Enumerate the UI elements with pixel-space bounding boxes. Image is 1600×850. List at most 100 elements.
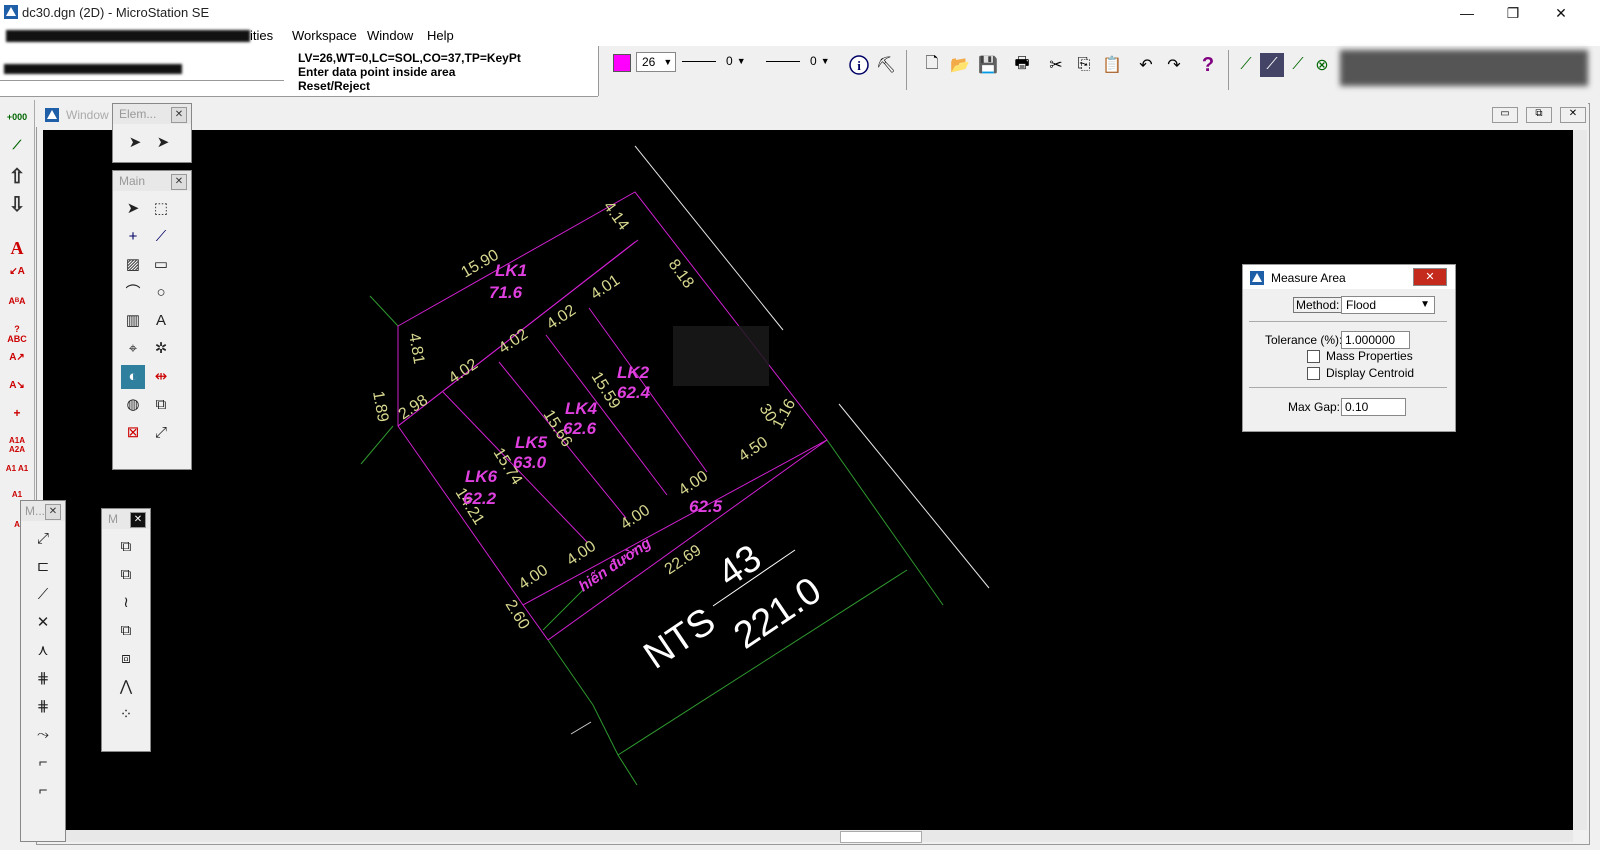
tolerance-input[interactable]: 1.000000 <box>1341 331 1410 349</box>
close-icon[interactable]: ✕ <box>130 512 146 528</box>
save-icon[interactable]: 💾 <box>976 53 1000 77</box>
copy-increment-icon[interactable]: A1A A2A <box>5 436 29 458</box>
paste-icon[interactable]: 📋 <box>1100 53 1124 77</box>
minimize-button[interactable]: — <box>1444 0 1490 26</box>
weight-combo[interactable]: 0 ▼ <box>766 52 840 70</box>
increment-icon[interactable]: + <box>5 406 29 428</box>
menu-window[interactable]: Window <box>367 28 413 43</box>
align-icon[interactable]: ⧈ <box>114 647 138 671</box>
close-button[interactable]: ✕ <box>1538 0 1584 26</box>
hatch-icon[interactable]: ▨ <box>121 253 145 277</box>
undo-icon[interactable]: ↶ <box>1134 53 1158 77</box>
text-node-icon[interactable]: ↙A <box>5 266 29 288</box>
snap-icon[interactable]: ⌖ <box>121 337 145 361</box>
chevron-down-icon: ▼ <box>1420 299 1430 310</box>
close-icon[interactable]: ✕ <box>171 174 187 190</box>
horizontal-scroll-thumb[interactable] <box>840 831 922 843</box>
help-icon[interactable]: ? <box>1196 53 1220 77</box>
dimension-icon[interactable]: ⇹ <box>149 365 173 389</box>
view-close-button[interactable]: ✕ <box>1560 107 1586 123</box>
text-place-icon[interactable]: A <box>149 309 173 333</box>
command-area: LV=26,WT=0,LC=SOL,CO=37,TP=KeyPt Enter d… <box>0 46 598 97</box>
snap-line-icon[interactable]: ⟋ <box>1234 53 1258 77</box>
text-attr-icon[interactable]: A↗ <box>5 352 29 374</box>
vertical-scrollbar[interactable] <box>1573 130 1587 830</box>
measure-area-icon[interactable]: ◐ <box>121 365 145 389</box>
mirror-icon[interactable]: ⋀ <box>114 675 138 699</box>
select-arrow-icon[interactable]: ➤ <box>123 130 147 154</box>
measure-area-close-button[interactable]: ✕ <box>1413 268 1447 286</box>
circle-icon[interactable]: ○ <box>149 281 173 305</box>
display-centroid-checkbox[interactable] <box>1307 367 1320 381</box>
construct-array-icon[interactable]: ⁘ <box>114 703 138 727</box>
copy-element-icon[interactable]: ⧉ <box>149 393 173 417</box>
arrow-down-icon[interactable]: ⇩ <box>5 192 29 216</box>
snap-active-icon[interactable]: ⟋ <box>1260 53 1284 77</box>
close-icon[interactable]: ✕ <box>171 107 187 123</box>
fence-icon[interactable]: ⛏ <box>874 53 898 77</box>
trim-icon[interactable]: ⊏ <box>31 555 55 579</box>
modify-line-icon[interactable]: ⟋ <box>31 583 55 607</box>
match-text-icon[interactable]: A↘ <box>5 380 29 402</box>
change-attributes-icon[interactable]: ◍ <box>121 393 145 417</box>
delete-element-icon[interactable]: ⊠ <box>121 421 145 445</box>
measure-area-dialog-icon <box>1250 271 1264 285</box>
method-select[interactable]: Flood ▼ <box>1341 296 1435 314</box>
fillet-icon[interactable]: ⋏ <box>31 639 55 663</box>
arrow-up-icon[interactable]: ⇧ <box>5 164 29 188</box>
mass-properties-row[interactable]: Mass Properties <box>1307 349 1413 364</box>
line-icon[interactable]: ⟋ <box>5 138 29 160</box>
place-point-icon[interactable]: + <box>121 225 145 249</box>
pattern-icon[interactable]: ✲ <box>149 337 173 361</box>
color-swatch[interactable] <box>613 54 631 72</box>
mass-properties-checkbox[interactable] <box>1307 350 1320 364</box>
coordinate-icon[interactable]: +000 <box>5 112 29 134</box>
menu-help[interactable]: Help <box>427 28 454 43</box>
place-text-icon[interactable]: A <box>5 238 29 260</box>
snap-center-icon[interactable]: ⊗ <box>1310 53 1334 77</box>
snap-mid-icon[interactable]: ⟋ <box>1286 53 1310 77</box>
spell-check-icon[interactable]: ?ABC <box>5 324 29 346</box>
drawing-canvas[interactable]: 15.90 4.14 8.18 4.81 1.89 2.98 4.02 4.02… <box>43 130 1573 830</box>
wave-icon[interactable]: ≀ <box>114 591 138 615</box>
scale-element-icon[interactable]: ⤢ <box>149 421 173 445</box>
view-maximize-button[interactable]: ⧉ <box>1526 107 1552 123</box>
enter-data-field-icon[interactable]: A1 A1 <box>5 464 29 486</box>
redo-icon[interactable]: ↷ <box>1162 53 1186 77</box>
parallel-info-icon[interactable]: ⋕ <box>31 695 55 719</box>
extend-icon[interactable]: ⤢ <box>31 527 55 551</box>
close-icon[interactable]: ✕ <box>45 504 61 520</box>
display-centroid-row[interactable]: Display Centroid <box>1307 366 1414 381</box>
move-icon[interactable]: ⧉ <box>114 563 138 587</box>
menu-workspace[interactable]: Workspace <box>292 28 357 43</box>
open-folder-icon[interactable]: 📂 <box>948 53 972 77</box>
restore-button[interactable]: ❐ <box>1490 0 1536 26</box>
max-gap-input[interactable]: 0.10 <box>1341 398 1406 416</box>
array-icon[interactable]: ⧉ <box>114 619 138 643</box>
element-info-icon[interactable]: ➤ <box>151 130 175 154</box>
line-style-combo[interactable]: 0 ▼ <box>682 52 756 70</box>
level-combo[interactable]: 26 ▼ <box>636 52 676 72</box>
chamfer-icon[interactable]: ⌐ <box>31 751 55 775</box>
fence-select-icon[interactable]: ⬚ <box>149 197 173 221</box>
lot-name: LK6 <box>465 467 498 486</box>
view-minimize-button[interactable]: ▭ <box>1492 107 1518 123</box>
menu-utilities[interactable]: ities <box>250 28 273 43</box>
new-file-icon[interactable]: 🗋 <box>920 53 944 77</box>
horizontal-scrollbar[interactable] <box>43 830 1573 842</box>
print-icon[interactable]: 🖶 <box>1010 53 1034 77</box>
info-icon[interactable]: i <box>847 53 871 77</box>
rotate-icon[interactable]: ⤳ <box>31 723 55 747</box>
rectangle-icon[interactable]: ▭ <box>149 253 173 277</box>
cut-icon[interactable]: ✂ <box>1044 53 1068 77</box>
arc-icon[interactable]: ⌒ <box>121 281 145 305</box>
parallel-icon[interactable]: ⋕ <box>31 667 55 691</box>
cell-icon[interactable]: ▥ <box>121 309 145 333</box>
select-element-icon[interactable]: ➤ <box>121 197 145 221</box>
edit-text-icon[interactable]: AᴮA <box>5 296 29 318</box>
intersect-icon[interactable]: ✕ <box>31 611 55 635</box>
partial-delete-icon[interactable]: ⌐ <box>31 779 55 803</box>
place-line-icon[interactable]: ⟋ <box>149 225 173 249</box>
copy-icon[interactable]: ⎘ <box>1072 53 1096 77</box>
copy-icon[interactable]: ⧉ <box>114 535 138 559</box>
